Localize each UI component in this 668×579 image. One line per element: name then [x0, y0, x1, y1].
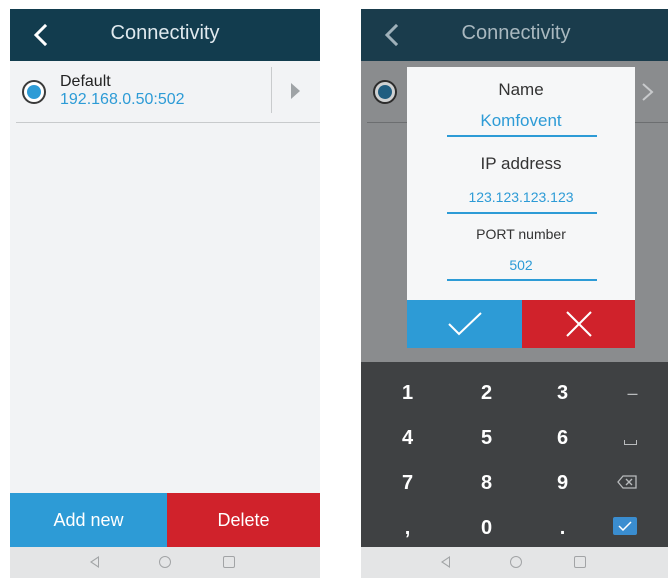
numeric-keyboard: 1 2 3 – 4 5 6 7 8 9 , 0 . — [361, 362, 668, 547]
divider — [271, 67, 272, 113]
connectivity-edit-screen: Connectivity Name Komfovent IP address 1… — [361, 9, 668, 578]
ip-address-label: IP address — [480, 154, 562, 173]
divider — [16, 122, 320, 123]
ip-field-underline — [447, 212, 597, 214]
connection-address: 192.168.0.50:502 — [60, 91, 185, 108]
edit-connection-dialog: Name Komfovent IP address 123.123.123.12… — [407, 67, 635, 348]
ip-address-field[interactable]: 123.123.123.123 — [407, 189, 635, 205]
nav-recent-icon[interactable] — [223, 556, 235, 568]
nav-home-icon[interactable] — [510, 556, 522, 568]
key-5[interactable]: 5 — [448, 415, 525, 461]
key-7[interactable]: 7 — [369, 460, 446, 506]
port-number-field[interactable]: 502 — [407, 257, 635, 273]
add-new-button[interactable]: Add new — [10, 493, 167, 547]
key-1[interactable]: 1 — [369, 370, 446, 416]
key-4[interactable]: 4 — [369, 415, 446, 461]
delete-button[interactable]: Delete — [167, 493, 320, 547]
connection-radio — [373, 80, 397, 104]
name-field[interactable]: Komfovent — [407, 111, 635, 131]
system-nav-bar — [361, 547, 668, 578]
name-label: Name — [498, 80, 544, 99]
chevron-right-icon — [642, 83, 654, 101]
nav-back-icon[interactable] — [441, 556, 450, 568]
name-field-underline — [447, 135, 597, 137]
connection-list-item[interactable]: Default 192.168.0.50:502 — [10, 61, 320, 123]
key-6[interactable]: 6 — [524, 415, 601, 461]
page-title: Connectivity — [110, 22, 220, 44]
nav-recent-icon[interactable] — [574, 556, 586, 568]
app-bar: Connectivity — [361, 9, 668, 61]
nav-home-icon[interactable] — [159, 556, 171, 568]
confirm-button[interactable] — [407, 300, 522, 348]
key-8[interactable]: 8 — [448, 460, 525, 506]
cancel-button[interactable] — [522, 300, 635, 348]
system-nav-bar — [10, 547, 320, 578]
right-arrow-icon[interactable] — [291, 83, 300, 99]
radio-selected-dot — [378, 85, 392, 99]
key-minus[interactable]: – — [594, 370, 668, 416]
connectivity-screen: Connectivity Default 192.168.0.50:502 Ad… — [10, 9, 320, 578]
radio-selected-dot — [27, 85, 41, 99]
close-icon — [565, 311, 592, 337]
app-bar: Connectivity — [10, 9, 320, 61]
port-field-underline — [447, 279, 597, 281]
enter-icon — [618, 521, 632, 531]
enter-key[interactable] — [613, 517, 637, 535]
port-number-label: PORT number — [476, 226, 566, 242]
checkmark-icon — [447, 312, 482, 336]
page-title: Connectivity — [461, 22, 571, 44]
key-space[interactable] — [594, 415, 668, 461]
key-backspace[interactable] — [594, 460, 668, 506]
nav-back-icon[interactable] — [90, 556, 99, 568]
key-0[interactable]: 0 — [448, 505, 525, 551]
key-comma[interactable]: , — [369, 505, 446, 551]
backspace-icon — [617, 475, 637, 489]
space-icon — [624, 440, 637, 445]
connection-radio[interactable] — [22, 80, 46, 104]
key-period[interactable]: . — [524, 505, 601, 551]
key-9[interactable]: 9 — [524, 460, 601, 506]
connection-name: Default — [60, 73, 111, 90]
action-buttons: Add new Delete — [10, 493, 320, 547]
key-2[interactable]: 2 — [448, 370, 525, 416]
key-3[interactable]: 3 — [524, 370, 601, 416]
